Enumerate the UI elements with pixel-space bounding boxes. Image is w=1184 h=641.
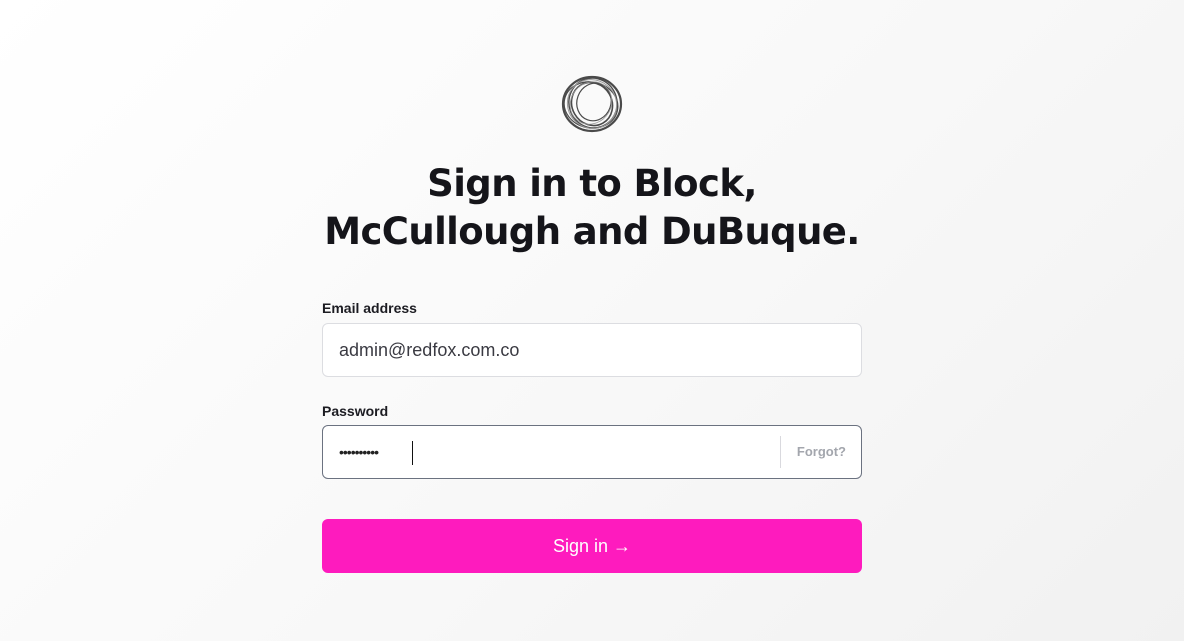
page-title: Sign in to Block, McCullough and DuBuque… xyxy=(292,160,892,256)
text-cursor xyxy=(412,441,413,465)
password-value: •••••••••• xyxy=(339,444,379,460)
email-value: admin@redfox.com.co xyxy=(339,340,520,360)
sign-in-button[interactable]: Sign in → xyxy=(322,519,862,573)
forgot-password-link[interactable]: Forgot? xyxy=(797,426,846,478)
input-divider xyxy=(780,436,781,468)
page-title-line-1: Sign in to Block, xyxy=(427,162,757,205)
email-field[interactable]: admin@redfox.com.co xyxy=(322,323,862,377)
ring-logo-icon xyxy=(561,75,623,133)
password-field[interactable]: •••••••••• Forgot? xyxy=(322,425,862,479)
password-label: Password xyxy=(322,403,389,419)
page-title-line-2: McCullough and DuBuque. xyxy=(324,210,860,253)
email-label: Email address xyxy=(322,300,417,316)
